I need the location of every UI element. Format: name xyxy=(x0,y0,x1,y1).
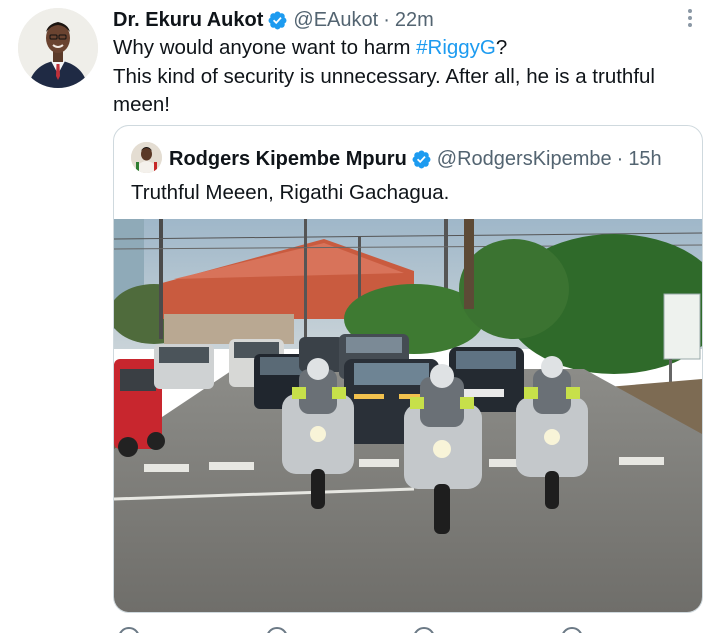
more-options-icon[interactable] xyxy=(676,6,704,30)
quoted-author-handle[interactable]: @RodgersKipembe xyxy=(437,148,612,171)
tweet-text: Why would anyone want to harm #RiggyG? T… xyxy=(113,34,703,120)
share-icon xyxy=(560,627,583,633)
author-name[interactable]: Dr. Ekuru Aukot xyxy=(113,9,263,32)
heart-icon xyxy=(413,627,435,633)
separator-dot: · xyxy=(383,8,390,31)
verified-badge-icon xyxy=(267,10,288,31)
tweet-header: Dr. Ekuru Aukot @EAukot · 22m xyxy=(113,7,434,33)
tweet-text-prefix: Why would anyone want to harm xyxy=(113,36,417,59)
author-handle[interactable]: @EAukot xyxy=(293,9,378,32)
tweet-text-line-2: This kind of security is unnecessary. Af… xyxy=(113,64,655,117)
verified-badge-icon xyxy=(411,149,432,170)
tweet[interactable]: Dr. Ekuru Aukot @EAukot · 22m Why would … xyxy=(0,0,720,633)
reply-icon xyxy=(118,627,140,633)
quoted-tweet-timestamp[interactable]: 15h xyxy=(628,148,661,171)
hashtag-link[interactable]: #RiggyG xyxy=(416,36,496,59)
share-button[interactable] xyxy=(556,624,704,633)
author-avatar-image xyxy=(18,8,98,88)
tweet-text-suffix: ? xyxy=(495,36,508,59)
retweet-button[interactable] xyxy=(261,624,409,633)
like-button[interactable] xyxy=(408,624,556,633)
quoted-author-avatar[interactable] xyxy=(131,142,162,173)
tweet-text-line-1: Why would anyone want to harm #RiggyG? xyxy=(113,34,703,63)
reply-button[interactable] xyxy=(113,624,261,633)
quoted-tweet-photo[interactable] xyxy=(114,219,702,613)
quoted-tweet-header: Rodgers Kipembe Mpuru @RodgersKipembe · … xyxy=(169,146,662,172)
quoted-author-avatar-image xyxy=(131,142,162,173)
author-avatar[interactable] xyxy=(18,8,98,88)
quoted-author-name[interactable]: Rodgers Kipembe Mpuru xyxy=(169,148,407,171)
quoted-tweet-text: Truthful Meeen, Rigathi Gachagua. xyxy=(131,181,450,204)
tweet-actions-bar xyxy=(113,624,703,633)
tweet-timestamp[interactable]: 22m xyxy=(395,9,434,32)
quoted-tweet[interactable]: Rodgers Kipembe Mpuru @RodgersKipembe · … xyxy=(113,125,703,613)
separator-dot: · xyxy=(616,147,624,170)
retweet-icon xyxy=(265,627,288,633)
